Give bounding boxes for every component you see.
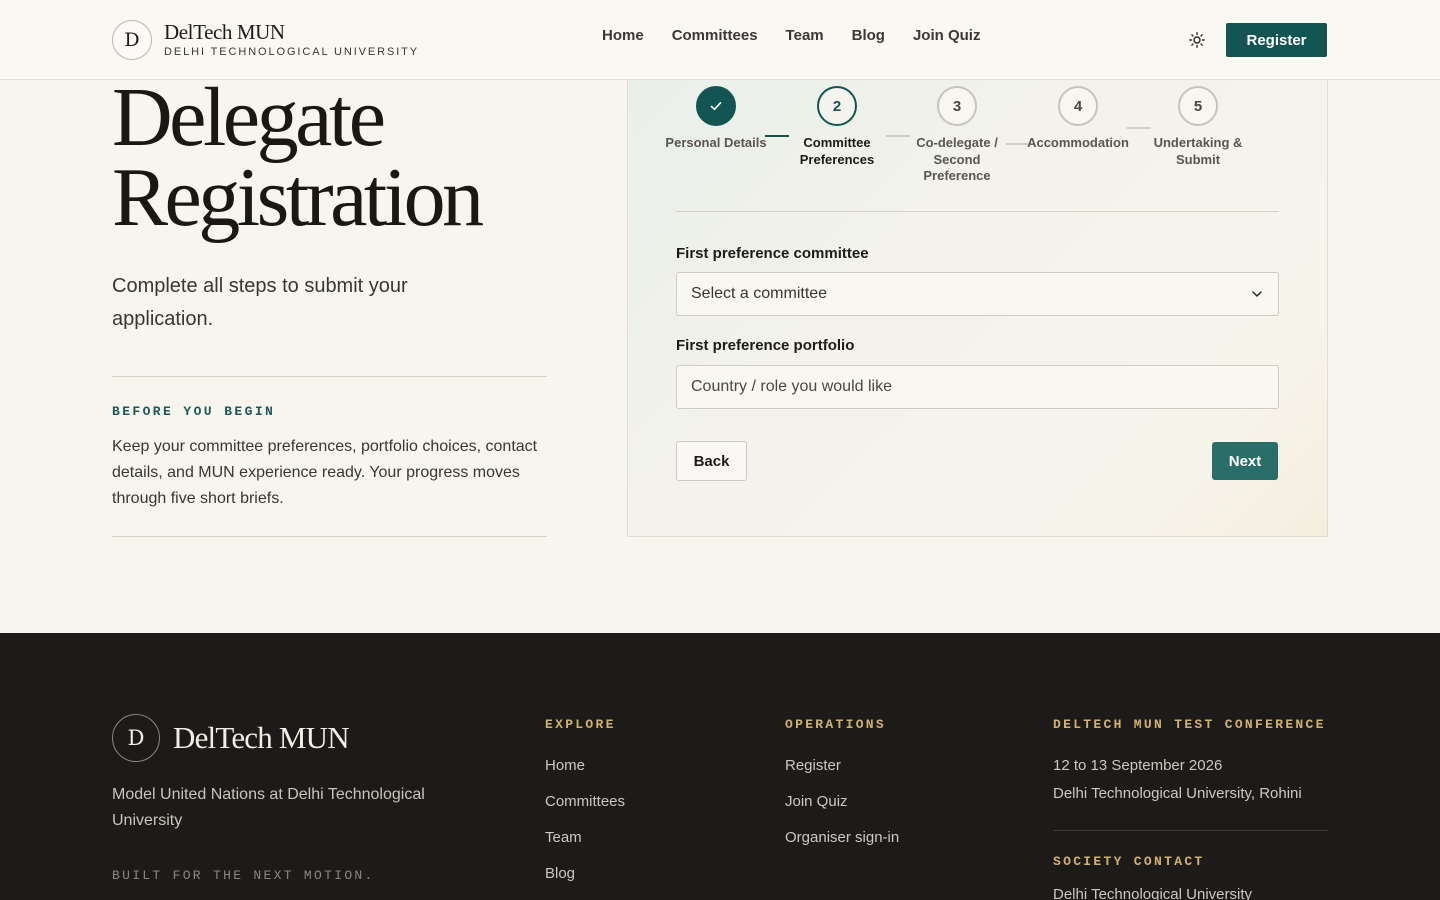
step-label: Undertaking & Submit xyxy=(1153,135,1243,167)
nav-home[interactable]: Home xyxy=(602,27,644,44)
footer-brand-name: DelTech MUN xyxy=(173,720,350,755)
step-3-circle: 3 xyxy=(937,86,977,126)
logo-icon: D xyxy=(112,20,152,60)
before-you-begin-label: BEFORE YOU BEGIN xyxy=(112,404,276,419)
footer-motto: BUILT FOR THE NEXT MOTION. xyxy=(112,868,375,883)
operations-heading: OPERATIONS xyxy=(785,717,887,732)
step-label: Co-delegate / Second Preference xyxy=(916,135,998,183)
footer-brand[interactable]: D DelTech MUN xyxy=(112,714,350,762)
step-committee-preferences[interactable]: 2 Committee Preferences xyxy=(782,86,892,168)
sun-icon xyxy=(1189,32,1205,48)
contact-heading: SOCIETY CONTACT xyxy=(1053,854,1205,869)
contact-text: Delhi Technological University xyxy=(1053,886,1252,900)
explore-heading: EXPLORE xyxy=(545,717,616,732)
page-title: Delegate Registration xyxy=(112,71,484,244)
before-you-begin-text: Keep your committee preferences, portfol… xyxy=(112,438,538,507)
step-label: Committee Preferences xyxy=(799,135,875,167)
page-title-line2: Registration xyxy=(112,151,484,244)
form-divider xyxy=(676,211,1279,212)
committee-select-value: Select a committee xyxy=(691,285,828,302)
footer-link-home[interactable]: Home xyxy=(545,757,585,774)
committee-select[interactable]: Select a committee xyxy=(676,272,1279,316)
step-co-delegate[interactable]: 3 Co-delegate / Second Preference xyxy=(902,86,1012,185)
site-footer: D DelTech MUN Model United Nations at De… xyxy=(0,633,1440,900)
footer-link-join-quiz[interactable]: Join Quiz xyxy=(785,793,848,810)
main-nav: Home Committees Team Blog Join Quiz xyxy=(602,27,980,44)
site-header: D DelTech MUN DELHI TECHNOLOGICAL UNIVER… xyxy=(0,0,1440,80)
divider xyxy=(112,376,547,377)
conference-venue: Delhi Technological University, Rohini xyxy=(1053,785,1302,802)
portfolio-input[interactable] xyxy=(676,365,1279,409)
brand-text: DelTech MUN DELHI TECHNOLOGICAL UNIVERSI… xyxy=(164,20,420,59)
footer-link-organiser-sign-in[interactable]: Organiser sign-in xyxy=(785,829,899,846)
next-button[interactable]: Next xyxy=(1212,442,1278,480)
nav-team[interactable]: Team xyxy=(786,27,824,44)
portfolio-label: First preference portfolio xyxy=(676,337,855,354)
footer-divider xyxy=(1053,830,1328,831)
brand-subtitle: DELHI TECHNOLOGICAL UNIVERSITY xyxy=(164,46,420,58)
footer-link-committees[interactable]: Committees xyxy=(545,793,625,810)
conference-heading: DELTECH MUN TEST CONFERENCE xyxy=(1053,717,1326,732)
brand-name: DelTech MUN xyxy=(164,20,285,44)
chevron-down-icon xyxy=(1252,291,1262,297)
page-title-line1: Delegate xyxy=(112,71,386,164)
step-1-circle xyxy=(696,86,736,126)
footer-description: Model United Nations at Delhi Technologi… xyxy=(112,786,425,829)
step-undertaking-submit[interactable]: 5 Undertaking & Submit xyxy=(1143,86,1253,168)
step-label: Personal Details xyxy=(665,135,767,150)
check-icon xyxy=(710,101,722,111)
step-2-circle: 2 xyxy=(817,86,857,126)
divider xyxy=(112,536,547,537)
footer-link-team[interactable]: Team xyxy=(545,829,582,846)
step-label: Accommodation xyxy=(1027,135,1129,150)
nav-committees[interactable]: Committees xyxy=(672,27,758,44)
footer-logo-icon: D xyxy=(112,714,160,762)
footer-link-register[interactable]: Register xyxy=(785,757,841,774)
brand[interactable]: D DelTech MUN DELHI TECHNOLOGICAL UNIVER… xyxy=(112,20,419,60)
back-button[interactable]: Back xyxy=(676,441,747,481)
committee-label: First preference committee xyxy=(676,245,869,262)
conference-date: 12 to 13 September 2026 xyxy=(1053,757,1223,774)
step-accommodation[interactable]: 4 Accommodation xyxy=(1023,86,1133,152)
nav-join-quiz[interactable]: Join Quiz xyxy=(913,27,981,44)
step-5-circle: 5 xyxy=(1178,86,1218,126)
step-4-circle: 4 xyxy=(1058,86,1098,126)
step-personal-details[interactable]: Personal Details xyxy=(661,86,771,152)
register-button[interactable]: Register xyxy=(1226,23,1327,57)
page-subtitle: Complete all steps to submit your applic… xyxy=(112,275,408,330)
footer-link-blog[interactable]: Blog xyxy=(545,865,575,882)
nav-blog[interactable]: Blog xyxy=(852,27,885,44)
theme-toggle-button[interactable] xyxy=(1187,30,1207,50)
